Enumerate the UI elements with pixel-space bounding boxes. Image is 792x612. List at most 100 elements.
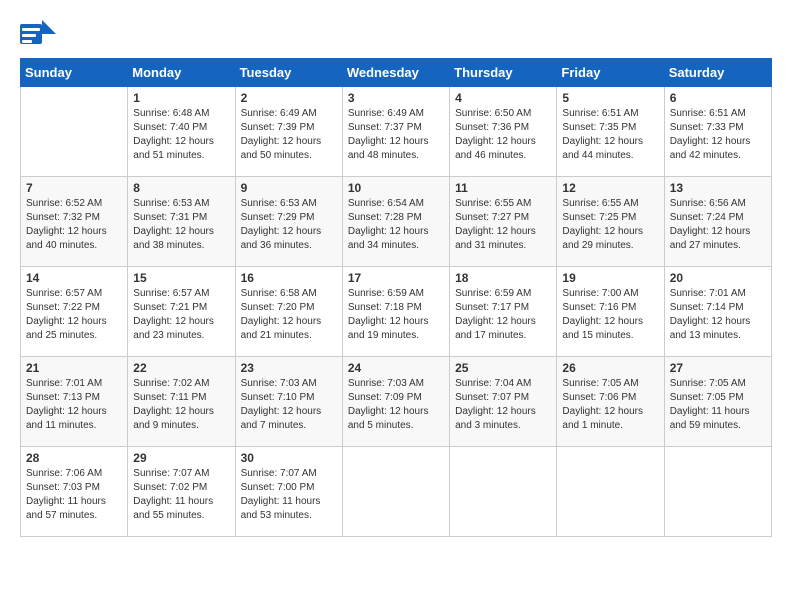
cell-date-number: 23 — [241, 361, 337, 375]
cell-date-number: 7 — [26, 181, 122, 195]
cell-info-text: Sunrise: 6:53 AMSunset: 7:31 PMDaylight:… — [133, 197, 229, 253]
logo — [20, 20, 60, 48]
cell-date-number: 14 — [26, 271, 122, 285]
cell-info-text: Sunrise: 7:01 AMSunset: 7:14 PMDaylight:… — [670, 287, 766, 343]
cell-date-number: 10 — [348, 181, 444, 195]
cell-info-text: Sunrise: 6:48 AMSunset: 7:40 PMDaylight:… — [133, 107, 229, 163]
cell-date-number: 15 — [133, 271, 229, 285]
cell-date-number: 3 — [348, 91, 444, 105]
calendar-cell: 7 Sunrise: 6:52 AMSunset: 7:32 PMDaylight… — [21, 177, 128, 267]
calendar-cell: 22 Sunrise: 7:02 AMSunset: 7:11 PMDayligh… — [128, 357, 235, 447]
calendar-cell: 2 Sunrise: 6:49 AMSunset: 7:39 PMDaylight… — [235, 87, 342, 177]
cell-info-text: Sunrise: 6:49 AMSunset: 7:39 PMDaylight:… — [241, 107, 337, 163]
cell-date-number: 9 — [241, 181, 337, 195]
calendar-cell: 29 Sunrise: 7:07 AMSunset: 7:02 PMDayligh… — [128, 447, 235, 537]
cell-info-text: Sunrise: 7:03 AMSunset: 7:10 PMDaylight:… — [241, 377, 337, 433]
day-header: Monday — [128, 59, 235, 87]
calendar-cell: 16 Sunrise: 6:58 AMSunset: 7:20 PMDayligh… — [235, 267, 342, 357]
calendar-cell — [342, 447, 449, 537]
calendar-week-row: 14 Sunrise: 6:57 AMSunset: 7:22 PMDayligh… — [21, 267, 772, 357]
cell-info-text: Sunrise: 7:00 AMSunset: 7:16 PMDaylight:… — [562, 287, 658, 343]
cell-date-number: 4 — [455, 91, 551, 105]
calendar-cell: 20 Sunrise: 7:01 AMSunset: 7:14 PMDayligh… — [664, 267, 771, 357]
cell-info-text: Sunrise: 6:54 AMSunset: 7:28 PMDaylight:… — [348, 197, 444, 253]
day-header: Friday — [557, 59, 664, 87]
cell-date-number: 2 — [241, 91, 337, 105]
day-header: Wednesday — [342, 59, 449, 87]
cell-date-number: 13 — [670, 181, 766, 195]
cell-date-number: 30 — [241, 451, 337, 465]
calendar-cell: 3 Sunrise: 6:49 AMSunset: 7:37 PMDaylight… — [342, 87, 449, 177]
calendar-cell: 11Sunrise: 6:55 AMSunset: 7:27 PMDayligh… — [450, 177, 557, 267]
calendar-cell: 12Sunrise: 6:55 AMSunset: 7:25 PMDayligh… — [557, 177, 664, 267]
cell-info-text: Sunrise: 7:03 AMSunset: 7:09 PMDaylight:… — [348, 377, 444, 433]
calendar-cell: 6Sunrise: 6:51 AMSunset: 7:33 PMDaylight… — [664, 87, 771, 177]
calendar-cell: 1 Sunrise: 6:48 AMSunset: 7:40 PMDaylight… — [128, 87, 235, 177]
cell-date-number: 19 — [562, 271, 658, 285]
cell-date-number: 6 — [670, 91, 766, 105]
calendar-cell: 14 Sunrise: 6:57 AMSunset: 7:22 PMDayligh… — [21, 267, 128, 357]
cell-info-text: Sunrise: 6:59 AMSunset: 7:18 PMDaylight:… — [348, 287, 444, 343]
cell-info-text: Sunrise: 6:51 AMSunset: 7:35 PMDaylight:… — [562, 107, 658, 163]
calendar-week-row: 28Sunrise: 7:06 AMSunset: 7:03 PMDayligh… — [21, 447, 772, 537]
cell-date-number: 22 — [133, 361, 229, 375]
cell-info-text: Sunrise: 7:05 AMSunset: 7:05 PMDaylight:… — [670, 377, 766, 433]
cell-date-number: 11 — [455, 181, 551, 195]
cell-date-number: 28 — [26, 451, 122, 465]
cell-date-number: 17 — [348, 271, 444, 285]
day-header: Thursday — [450, 59, 557, 87]
page-header — [20, 20, 772, 48]
calendar-cell: 27 Sunrise: 7:05 AMSunset: 7:05 PMDayligh… — [664, 357, 771, 447]
calendar-cell: 13 Sunrise: 6:56 AMSunset: 7:24 PMDayligh… — [664, 177, 771, 267]
day-header: Saturday — [664, 59, 771, 87]
cell-info-text: Sunrise: 7:04 AMSunset: 7:07 PMDaylight:… — [455, 377, 551, 433]
calendar-week-row: 7 Sunrise: 6:52 AMSunset: 7:32 PMDaylight… — [21, 177, 772, 267]
cell-date-number: 5 — [562, 91, 658, 105]
cell-date-number: 1 — [133, 91, 229, 105]
calendar-cell: 19 Sunrise: 7:00 AMSunset: 7:16 PMDayligh… — [557, 267, 664, 357]
calendar-cell: 24 Sunrise: 7:03 AMSunset: 7:09 PMDayligh… — [342, 357, 449, 447]
cell-date-number: 21 — [26, 361, 122, 375]
cell-info-text: Sunrise: 6:52 AMSunset: 7:32 PMDaylight:… — [26, 197, 122, 253]
calendar-cell: 9 Sunrise: 6:53 AMSunset: 7:29 PMDaylight… — [235, 177, 342, 267]
cell-date-number: 25 — [455, 361, 551, 375]
calendar-cell: 23 Sunrise: 7:03 AMSunset: 7:10 PMDayligh… — [235, 357, 342, 447]
calendar-cell: 8 Sunrise: 6:53 AMSunset: 7:31 PMDaylight… — [128, 177, 235, 267]
calendar-cell: 26Sunrise: 7:05 AMSunset: 7:06 PMDayligh… — [557, 357, 664, 447]
calendar-cell: 30 Sunrise: 7:07 AMSunset: 7:00 PMDayligh… — [235, 447, 342, 537]
cell-info-text: Sunrise: 7:02 AMSunset: 7:11 PMDaylight:… — [133, 377, 229, 433]
calendar-cell: 5 Sunrise: 6:51 AMSunset: 7:35 PMDaylight… — [557, 87, 664, 177]
calendar-cell: 18 Sunrise: 6:59 AMSunset: 7:17 PMDayligh… — [450, 267, 557, 357]
cell-info-text: Sunrise: 7:07 AMSunset: 7:02 PMDaylight:… — [133, 467, 229, 523]
calendar-cell: 4 Sunrise: 6:50 AMSunset: 7:36 PMDaylight… — [450, 87, 557, 177]
calendar-cell: 10 Sunrise: 6:54 AMSunset: 7:28 PMDayligh… — [342, 177, 449, 267]
cell-info-text: Sunrise: 7:05 AMSunset: 7:06 PMDaylight:… — [562, 377, 658, 433]
cell-date-number: 8 — [133, 181, 229, 195]
cell-date-number: 27 — [670, 361, 766, 375]
calendar-cell — [557, 447, 664, 537]
cell-date-number: 29 — [133, 451, 229, 465]
cell-date-number: 18 — [455, 271, 551, 285]
cell-info-text: Sunrise: 6:59 AMSunset: 7:17 PMDaylight:… — [455, 287, 551, 343]
cell-date-number: 20 — [670, 271, 766, 285]
cell-info-text: Sunrise: 6:53 AMSunset: 7:29 PMDaylight:… — [241, 197, 337, 253]
calendar-cell: 17 Sunrise: 6:59 AMSunset: 7:18 PMDayligh… — [342, 267, 449, 357]
cell-info-text: Sunrise: 6:57 AMSunset: 7:22 PMDaylight:… — [26, 287, 122, 343]
cell-info-text: Sunrise: 6:57 AMSunset: 7:21 PMDaylight:… — [133, 287, 229, 343]
calendar-cell: 28Sunrise: 7:06 AMSunset: 7:03 PMDayligh… — [21, 447, 128, 537]
cell-info-text: Sunrise: 6:49 AMSunset: 7:37 PMDaylight:… — [348, 107, 444, 163]
cell-info-text: Sunrise: 6:50 AMSunset: 7:36 PMDaylight:… — [455, 107, 551, 163]
calendar-week-row: 21Sunrise: 7:01 AMSunset: 7:13 PMDayligh… — [21, 357, 772, 447]
cell-date-number: 24 — [348, 361, 444, 375]
calendar-table: SundayMondayTuesdayWednesdayThursdayFrid… — [20, 58, 772, 537]
cell-info-text: Sunrise: 7:07 AMSunset: 7:00 PMDaylight:… — [241, 467, 337, 523]
day-header: Sunday — [21, 59, 128, 87]
calendar-cell — [21, 87, 128, 177]
logo-icon — [20, 20, 56, 48]
day-header: Tuesday — [235, 59, 342, 87]
cell-info-text: Sunrise: 6:56 AMSunset: 7:24 PMDaylight:… — [670, 197, 766, 253]
cell-info-text: Sunrise: 6:58 AMSunset: 7:20 PMDaylight:… — [241, 287, 337, 343]
calendar-header-row: SundayMondayTuesdayWednesdayThursdayFrid… — [21, 59, 772, 87]
calendar-week-row: 1 Sunrise: 6:48 AMSunset: 7:40 PMDaylight… — [21, 87, 772, 177]
cell-date-number: 16 — [241, 271, 337, 285]
